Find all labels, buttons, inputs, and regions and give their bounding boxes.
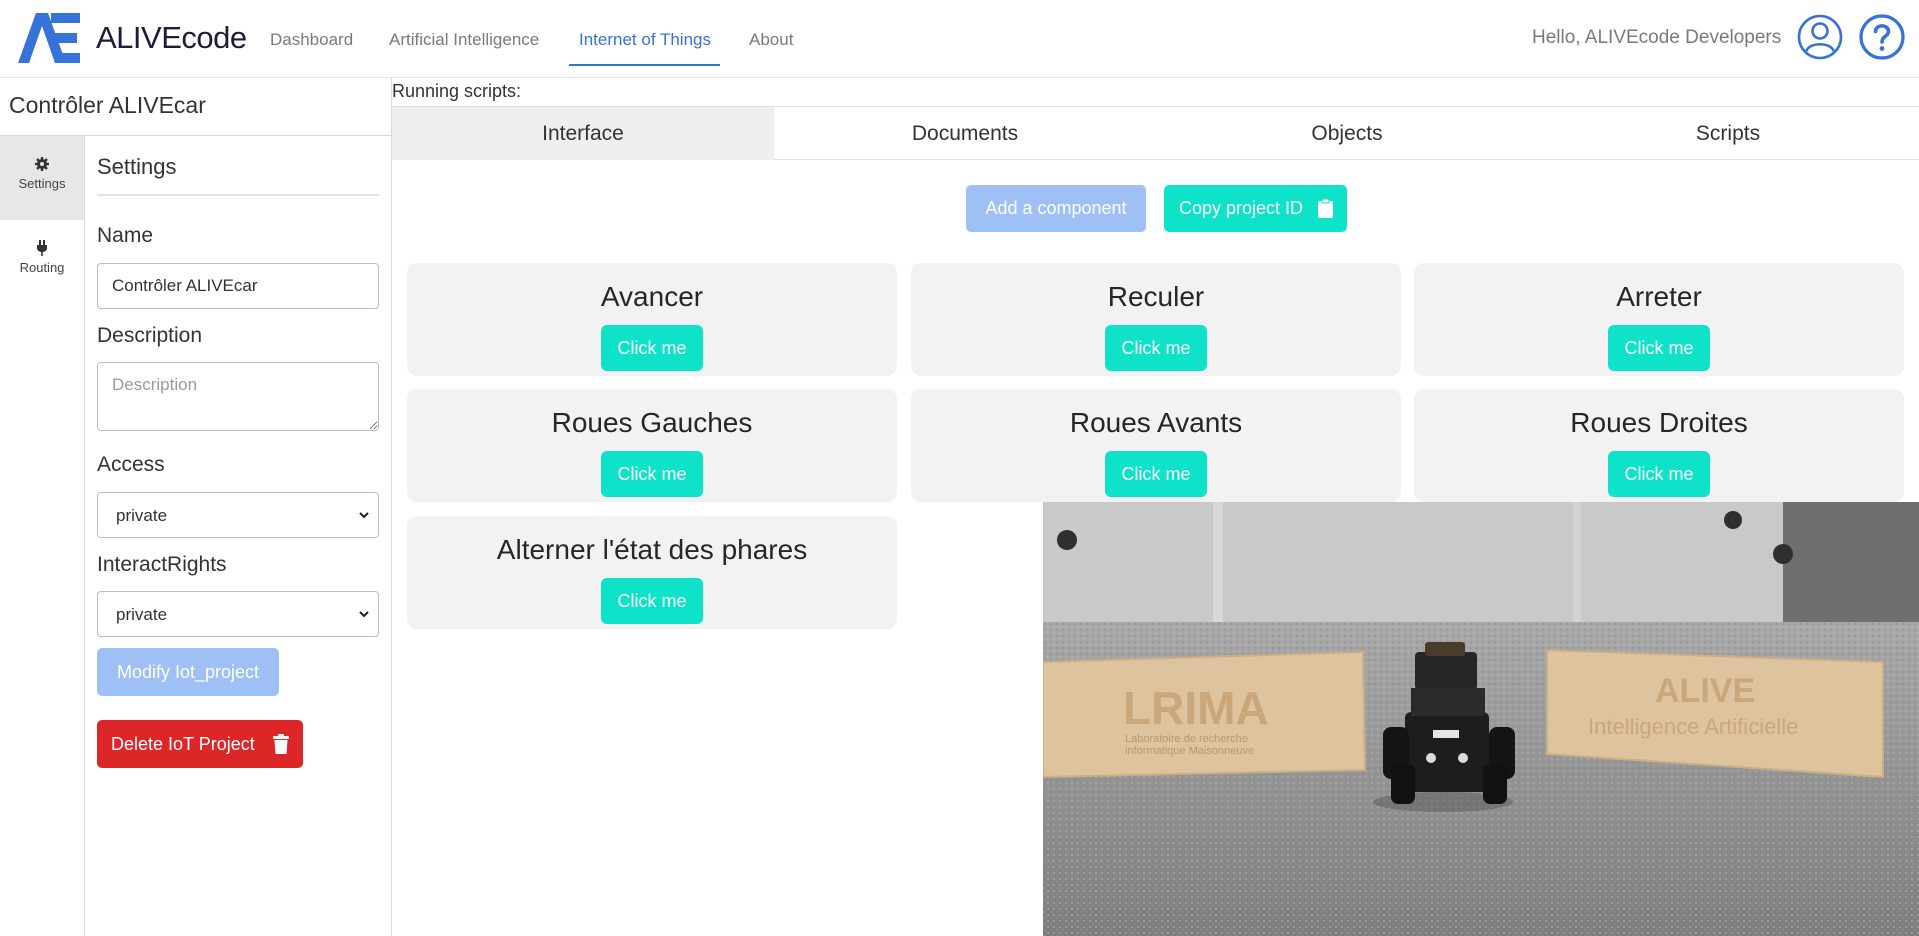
interact-rights-select-value: private: [116, 605, 168, 624]
click-me-button[interactable]: Click me: [1105, 325, 1207, 371]
access-select[interactable]: private: [97, 492, 379, 538]
delete-iot-project-button[interactable]: Delete IoT Project: [97, 720, 303, 768]
component-card: Roues Droites Click me: [1414, 389, 1904, 502]
delete-button-label: Delete IoT Project: [111, 734, 255, 754]
add-component-button[interactable]: Add a component: [966, 185, 1146, 232]
robot-camera-video: LRIMA Laboratoire de recherche informati…: [1043, 502, 1919, 936]
click-me-button[interactable]: Click me: [1608, 325, 1710, 371]
interact-rights-label: InteractRights: [97, 553, 227, 576]
interact-rights-select[interactable]: private: [97, 591, 379, 637]
click-me-button[interactable]: Click me: [1105, 451, 1207, 497]
component-card: Roues Avants Click me: [911, 389, 1401, 502]
component-card: Roues Gauches Click me: [407, 389, 897, 502]
click-me-button[interactable]: Click me: [601, 451, 703, 497]
lrima-sign-subtext: Laboratoire de recherche: [1125, 733, 1248, 745]
tab-documents[interactable]: Documents: [774, 107, 1156, 160]
copy-project-id-button[interactable]: Copy project ID: [1164, 185, 1347, 232]
chevron-down-icon: [359, 512, 369, 519]
nav-link-dashboard[interactable]: Dashboard: [270, 30, 353, 50]
divider: [391, 78, 392, 936]
side-tab-label: Settings: [18, 176, 66, 191]
component-title: Alterner l'état des phares: [496, 534, 808, 565]
alive-sign-text: ALIVE: [1655, 672, 1755, 710]
tab-objects[interactable]: Objects: [1156, 107, 1538, 160]
access-label: Access: [97, 453, 165, 476]
nav-link-about[interactable]: About: [749, 30, 793, 50]
divider: [84, 136, 85, 936]
component-card: Reculer Click me: [911, 263, 1401, 376]
gear-icon: [35, 157, 49, 171]
click-me-button[interactable]: Click me: [1608, 451, 1710, 497]
active-nav-indicator: [569, 64, 720, 66]
click-me-button[interactable]: Click me: [601, 578, 703, 624]
component-title: Roues Gauches: [551, 407, 753, 438]
description-label: Description: [97, 324, 203, 347]
click-me-button[interactable]: Click me: [601, 325, 703, 371]
clipboard-icon: [1318, 199, 1333, 218]
access-select-value: private: [116, 506, 168, 525]
lrima-sign-subtext: informatique Maisonneuve: [1125, 745, 1254, 757]
component-card: Arreter Click me: [1414, 263, 1904, 376]
description-input[interactable]: [97, 362, 379, 431]
lrima-sign-text: LRIMA: [1123, 682, 1269, 734]
user-greeting: Hello, ALIVEcode Developers: [1532, 27, 1782, 48]
top-navbar: ALIVEcode Dashboard Artificial Intellige…: [0, 0, 1919, 78]
component-title: Roues Droites: [1570, 407, 1748, 438]
component-title: Avancer: [600, 281, 704, 312]
component-card: Alterner l'état des phares Click me: [407, 516, 897, 629]
plug-icon: [37, 240, 47, 256]
nav-link-artificial-intelligence[interactable]: Artificial Intelligence: [389, 30, 539, 50]
tab-scripts[interactable]: Scripts: [1537, 107, 1919, 160]
settings-heading: Settings: [97, 154, 177, 179]
modify-iot-project-button[interactable]: Modify Iot_project: [97, 648, 279, 696]
copy-button-label: Copy project ID: [1179, 198, 1304, 218]
help-icon[interactable]: [1859, 14, 1905, 60]
name-label: Name: [97, 224, 154, 247]
user-account-icon[interactable]: [1797, 14, 1843, 60]
side-tab-label: Routing: [19, 260, 65, 275]
tab-interface[interactable]: Interface: [392, 107, 774, 160]
side-tab-routing[interactable]: Routing: [0, 220, 84, 304]
divider: [97, 194, 379, 196]
component-title: Reculer: [1107, 281, 1205, 312]
component-title: Arreter: [1616, 281, 1702, 312]
running-scripts-label: Running scripts:: [392, 81, 522, 101]
name-input[interactable]: [97, 263, 379, 309]
trash-icon: [273, 734, 289, 754]
chevron-down-icon: [359, 611, 369, 618]
side-tab-settings[interactable]: Settings: [0, 136, 84, 220]
nav-link-internet-of-things[interactable]: Internet of Things: [579, 30, 711, 50]
project-tabs: Interface Documents Objects Scripts: [392, 106, 1919, 160]
alivecode-logo-icon[interactable]: [18, 13, 80, 63]
component-card: Avancer Click me: [407, 263, 897, 376]
alive-sign-subtext: Intelligence Artificielle: [1588, 714, 1798, 739]
component-title: Roues Avants: [1069, 407, 1243, 438]
brand-name[interactable]: ALIVEcode: [96, 20, 247, 56]
project-title: Contrôler ALIVEcar: [9, 92, 206, 118]
